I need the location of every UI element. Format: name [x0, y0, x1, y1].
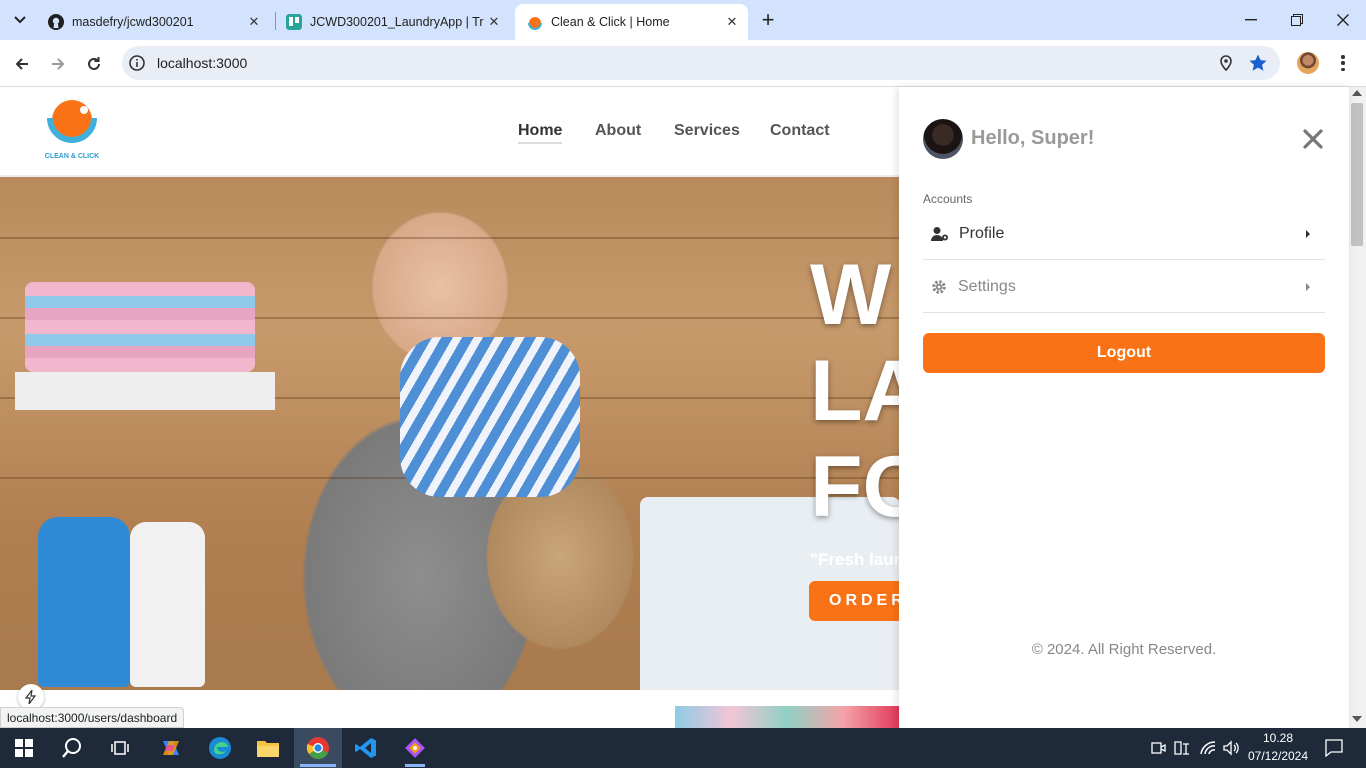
logo-icon [47, 100, 97, 143]
hero-image: W LA FO "Fresh laun ORDER [0, 177, 899, 690]
close-icon [1337, 14, 1349, 26]
git-running-indicator [405, 764, 425, 767]
tab-title: JCWD300201_LaundryApp | Trello [310, 15, 484, 29]
meet-now-icon[interactable] [1150, 740, 1166, 756]
close-window-button[interactable] [1320, 0, 1366, 40]
blue-bottle [38, 517, 130, 687]
user-avatar [923, 119, 963, 159]
notification-icon[interactable] [1325, 739, 1343, 758]
logo-text: CLEAN & CLICK [44, 153, 100, 160]
towel-stack [25, 282, 255, 372]
order-button[interactable]: ORDER [809, 581, 899, 621]
restore-icon [1291, 14, 1303, 26]
hero-title-line: LA [810, 343, 899, 439]
tab-trello[interactable]: JCWD300201_LaundryApp | Trello ✕ [274, 4, 510, 40]
user-side-panel [899, 87, 1349, 728]
copilot-icon[interactable] [157, 734, 185, 762]
chevron-down-icon [14, 16, 26, 24]
wood-plank-line [0, 237, 899, 239]
menu-kebab-icon[interactable] [1336, 54, 1350, 72]
section-image [675, 706, 899, 728]
striped-towel [400, 337, 580, 497]
tab-search-button[interactable] [10, 10, 30, 30]
panel-footer: © 2024. All Right Reserved. [1031, 641, 1217, 658]
arrow-left-icon [15, 58, 28, 70]
close-icon [1303, 129, 1323, 149]
hero-title: W LA FO [810, 247, 899, 535]
chrome-icon[interactable] [304, 734, 332, 762]
chrome-running-indicator [300, 764, 336, 767]
bookmark-star-icon[interactable] [1248, 53, 1268, 73]
menu-item-label: Settings [958, 277, 1016, 295]
github-icon [48, 14, 64, 30]
vscode-icon[interactable] [352, 734, 380, 762]
site-logo[interactable]: CLEAN & CLICK [40, 98, 104, 160]
scroll-up-arrow[interactable] [1352, 90, 1362, 96]
input-indicator-icon[interactable] [1173, 740, 1191, 756]
shelf [15, 372, 275, 410]
user-gear-icon [931, 226, 948, 241]
close-icon[interactable]: ✕ [244, 14, 264, 30]
minimize-icon [1245, 19, 1257, 21]
hero-tagline: "Fresh laun [810, 550, 899, 569]
back-button[interactable] [8, 50, 36, 78]
url-text[interactable]: localhost:3000 [157, 55, 247, 71]
reload-button[interactable] [80, 50, 108, 78]
close-panel-button[interactable] [1302, 128, 1324, 150]
nav-about[interactable]: About [595, 122, 641, 140]
address-bar[interactable] [122, 46, 1280, 80]
file-explorer-icon[interactable] [254, 734, 282, 762]
status-url: localhost:3000/users/dashboard [0, 707, 185, 728]
tab-github[interactable]: masdefry/jcwd300201 ✕ [36, 4, 270, 40]
nav-home[interactable]: Home [518, 122, 563, 144]
minimize-button[interactable] [1228, 0, 1274, 40]
tab-clean-click[interactable]: Clean & Click | Home ✕ [515, 4, 748, 40]
menu-item-label: Profile [959, 224, 1005, 242]
volume-icon[interactable] [1222, 740, 1240, 756]
trello-icon [286, 14, 302, 30]
profile-avatar[interactable] [1297, 52, 1319, 74]
wifi-icon[interactable] [1199, 740, 1217, 756]
gear-icon [932, 279, 946, 294]
lightning-icon [25, 690, 37, 704]
scrollbar-thumb[interactable] [1351, 103, 1363, 246]
restore-button[interactable] [1274, 0, 1320, 40]
tab-title: Clean & Click | Home [551, 15, 670, 29]
greeting-text: Hello, Super! [971, 127, 1095, 149]
windows-start-icon[interactable] [10, 734, 38, 762]
chevron-right-icon [1306, 229, 1310, 238]
tab-title: masdefry/jcwd300201 [72, 15, 194, 29]
close-icon[interactable]: ✕ [484, 14, 504, 30]
git-app-icon[interactable] [401, 734, 429, 762]
hero-title-line: FO [810, 439, 899, 535]
chevron-right-icon [1306, 282, 1310, 291]
site-info-icon[interactable] [128, 54, 146, 72]
hero-title-line: W [810, 247, 892, 343]
nav-services[interactable]: Services [674, 122, 740, 140]
white-bottle [130, 522, 205, 687]
menu-item-settings[interactable]: Settings [923, 261, 1325, 313]
clean-click-icon [528, 17, 542, 30]
edge-icon[interactable] [206, 734, 234, 762]
search-icon[interactable] [58, 734, 86, 762]
logout-button[interactable]: Logout [923, 333, 1325, 373]
reload-icon [88, 57, 100, 70]
menu-item-profile[interactable]: Profile [923, 208, 1325, 260]
forward-button[interactable] [44, 50, 72, 78]
section-label: Accounts [923, 192, 973, 206]
taskbar-time[interactable]: 10.28 [1249, 731, 1307, 745]
nav-contact[interactable]: Contact [770, 122, 830, 140]
location-icon[interactable] [1217, 54, 1235, 72]
task-view-icon[interactable] [106, 734, 134, 762]
taskbar-date[interactable]: 07/12/2024 [1247, 749, 1309, 763]
arrow-right-icon [52, 58, 65, 70]
close-icon[interactable]: ✕ [722, 14, 742, 30]
scroll-down-arrow[interactable] [1352, 716, 1362, 722]
new-tab-button[interactable]: + [757, 6, 779, 34]
